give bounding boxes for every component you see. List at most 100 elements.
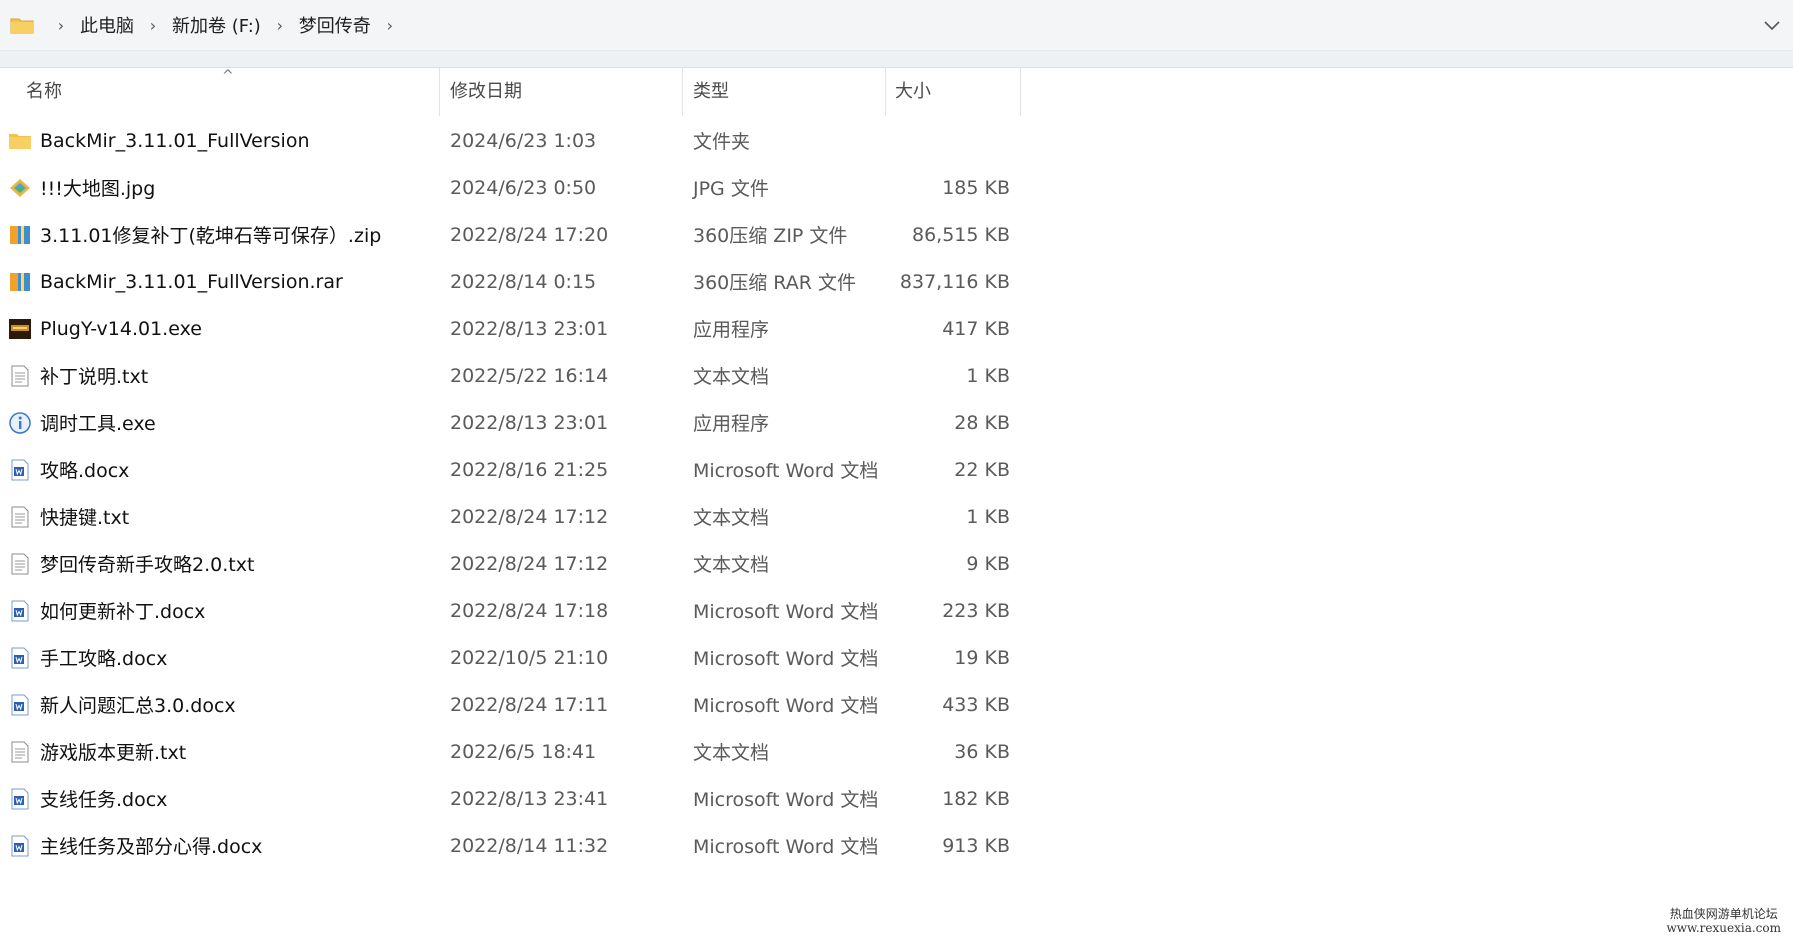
file-date: 2022/10/5 21:10: [450, 646, 609, 669]
file-name: 3.11.01修复补丁(乾坤石等可保存）.zip: [40, 225, 382, 247]
file-size: 913 KB: [942, 834, 1010, 857]
file-type: 360压缩 RAR 文件: [693, 272, 856, 294]
file-date: 2022/8/13 23:01: [450, 411, 609, 434]
file-row[interactable]: !!!大地图.jpg 2024/6/23 0:50 JPG 文件 185 KB: [0, 164, 1040, 211]
text-file-icon: [8, 505, 32, 529]
file-name-cell[interactable]: 如何更新补丁.docx: [8, 597, 205, 624]
file-date: 2022/6/5 18:41: [450, 740, 597, 763]
word-doc-icon: [8, 599, 32, 623]
column-header-size-label: 大小: [895, 80, 931, 102]
file-date: 2022/8/14 11:32: [450, 834, 609, 857]
chevron-down-icon[interactable]: [1761, 14, 1783, 36]
file-name-cell[interactable]: 3.11.01修复补丁(乾坤石等可保存）.zip: [8, 221, 381, 248]
file-date: 2022/8/24 17:12: [450, 552, 609, 575]
address-bar[interactable]: › 此电脑 › 新加卷 (F:) › 梦回传奇 ›: [0, 0, 1793, 51]
folder-icon: [8, 129, 32, 153]
file-date: 2022/5/22 16:14: [450, 364, 609, 387]
file-name-cell[interactable]: PlugY-v14.01.exe: [8, 317, 202, 341]
file-size: 22 KB: [954, 458, 1010, 481]
file-type: 文本文档: [693, 554, 770, 576]
file-type: 应用程序: [693, 319, 770, 341]
folder-icon: [10, 15, 34, 35]
file-size: 28 KB: [954, 411, 1010, 434]
file-name-cell[interactable]: 手工攻略.docx: [8, 644, 167, 671]
file-name-cell[interactable]: BackMir_3.11.01_FullVersion.rar: [8, 270, 343, 294]
column-header-date-label: 修改日期: [450, 80, 522, 102]
word-doc-icon: [8, 693, 32, 717]
chevron-right-icon[interactable]: ›: [148, 16, 158, 35]
file-row[interactable]: 游戏版本更新.txt 2022/6/5 18:41 文本文档 36 KB: [0, 728, 1040, 775]
file-date: 2022/8/13 23:41: [450, 787, 609, 810]
file-row[interactable]: 梦回传奇新手攻略2.0.txt 2022/8/24 17:12 文本文档 9 K…: [0, 540, 1040, 587]
file-name-cell[interactable]: !!!大地图.jpg: [8, 174, 155, 201]
column-header-name[interactable]: 名称 ^: [0, 68, 440, 116]
file-row[interactable]: 主线任务及部分心得.docx 2022/8/14 11:32 Microsoft…: [0, 822, 1040, 869]
archive-icon: [8, 270, 32, 294]
file-row[interactable]: PlugY-v14.01.exe 2022/8/13 23:01 应用程序 41…: [0, 305, 1040, 352]
file-name-cell[interactable]: 游戏版本更新.txt: [8, 738, 186, 765]
file-name-cell[interactable]: 攻略.docx: [8, 456, 129, 483]
file-size: 433 KB: [942, 693, 1010, 716]
file-date: 2022/8/24 17:11: [450, 693, 609, 716]
file-row[interactable]: 补丁说明.txt 2022/5/22 16:14 文本文档 1 KB: [0, 352, 1040, 399]
file-size: 1 KB: [966, 364, 1010, 387]
file-name-cell[interactable]: 新人问题汇总3.0.docx: [8, 691, 236, 718]
file-name: 如何更新补丁.docx: [40, 601, 206, 623]
breadcrumb-drive[interactable]: 新加卷 (F:): [170, 12, 263, 38]
file-row[interactable]: 支线任务.docx 2022/8/13 23:41 Microsoft Word…: [0, 775, 1040, 822]
column-header-type-label: 类型: [693, 80, 729, 102]
file-size: 417 KB: [942, 317, 1010, 340]
word-doc-icon: [8, 458, 32, 482]
column-header-date[interactable]: 修改日期: [440, 68, 683, 116]
archive-icon: [8, 223, 32, 247]
file-size: 86,515 KB: [911, 223, 1010, 246]
file-row[interactable]: 3.11.01修复补丁(乾坤石等可保存）.zip 2022/8/24 17:20…: [0, 211, 1040, 258]
file-name-cell[interactable]: 快捷键.txt: [8, 503, 129, 530]
file-date: 2022/8/16 21:25: [450, 458, 609, 481]
file-name-cell[interactable]: 主线任务及部分心得.docx: [8, 832, 262, 859]
file-name-cell[interactable]: 调时工具.exe: [8, 409, 156, 436]
chevron-right-icon[interactable]: ›: [385, 16, 395, 35]
chevron-right-icon[interactable]: ›: [275, 16, 285, 35]
file-name-cell[interactable]: 梦回传奇新手攻略2.0.txt: [8, 550, 254, 577]
file-date: 2022/8/14 0:15: [450, 270, 597, 293]
file-name-cell[interactable]: BackMir_3.11.01_FullVersion: [8, 129, 310, 153]
watermark-url: www.rexuexia.com: [1666, 921, 1781, 935]
file-name: BackMir_3.11.01_FullVersion.rar: [40, 270, 343, 293]
file-row[interactable]: 调时工具.exe 2022/8/13 23:01 应用程序 28 KB: [0, 399, 1040, 446]
file-type: Microsoft Word 文档: [693, 789, 879, 811]
file-row[interactable]: 新人问题汇总3.0.docx 2022/8/24 17:11 Microsoft…: [0, 681, 1040, 728]
file-size: 182 KB: [942, 787, 1010, 810]
file-type: 文件夹: [693, 131, 751, 153]
breadcrumb-this-pc[interactable]: 此电脑: [78, 12, 136, 38]
info-app-icon: [8, 411, 32, 435]
file-row[interactable]: BackMir_3.11.01_FullVersion 2024/6/23 1:…: [0, 117, 1040, 164]
file-row[interactable]: 如何更新补丁.docx 2022/8/24 17:18 Microsoft Wo…: [0, 587, 1040, 634]
file-size: 36 KB: [954, 740, 1010, 763]
file-type: 文本文档: [693, 507, 770, 529]
watermark: 热血侠网游单机论坛 www.rexuexia.com: [1666, 907, 1781, 935]
watermark-title: 热血侠网游单机论坛: [1669, 907, 1778, 921]
column-header-size[interactable]: 大小: [886, 68, 1021, 116]
file-name: 主线任务及部分心得.docx: [40, 836, 263, 858]
file-row[interactable]: 攻略.docx 2022/8/16 21:25 Microsoft Word 文…: [0, 446, 1040, 493]
file-type: Microsoft Word 文档: [693, 836, 879, 858]
word-doc-icon: [8, 646, 32, 670]
image-file-icon: [8, 176, 32, 200]
file-date: 2024/6/23 1:03: [450, 129, 597, 152]
file-name-cell[interactable]: 支线任务.docx: [8, 785, 167, 812]
file-row[interactable]: BackMir_3.11.01_FullVersion.rar 2022/8/1…: [0, 258, 1040, 305]
file-row[interactable]: 快捷键.txt 2022/8/24 17:12 文本文档 1 KB: [0, 493, 1040, 540]
chevron-right-icon[interactable]: ›: [56, 16, 66, 35]
file-date: 2024/6/23 0:50: [450, 176, 597, 199]
file-row[interactable]: 手工攻略.docx 2022/10/5 21:10 Microsoft Word…: [0, 634, 1040, 681]
file-date: 2022/8/13 23:01: [450, 317, 609, 340]
column-header-type[interactable]: 类型: [683, 68, 886, 116]
file-name: 攻略.docx: [40, 460, 130, 482]
file-name: 支线任务.docx: [40, 789, 168, 811]
file-size: 19 KB: [954, 646, 1010, 669]
file-type: 文本文档: [693, 742, 770, 764]
file-name-cell[interactable]: 补丁说明.txt: [8, 362, 148, 389]
sort-ascending-icon: ^: [222, 68, 234, 84]
breadcrumb-folder[interactable]: 梦回传奇: [297, 12, 373, 38]
